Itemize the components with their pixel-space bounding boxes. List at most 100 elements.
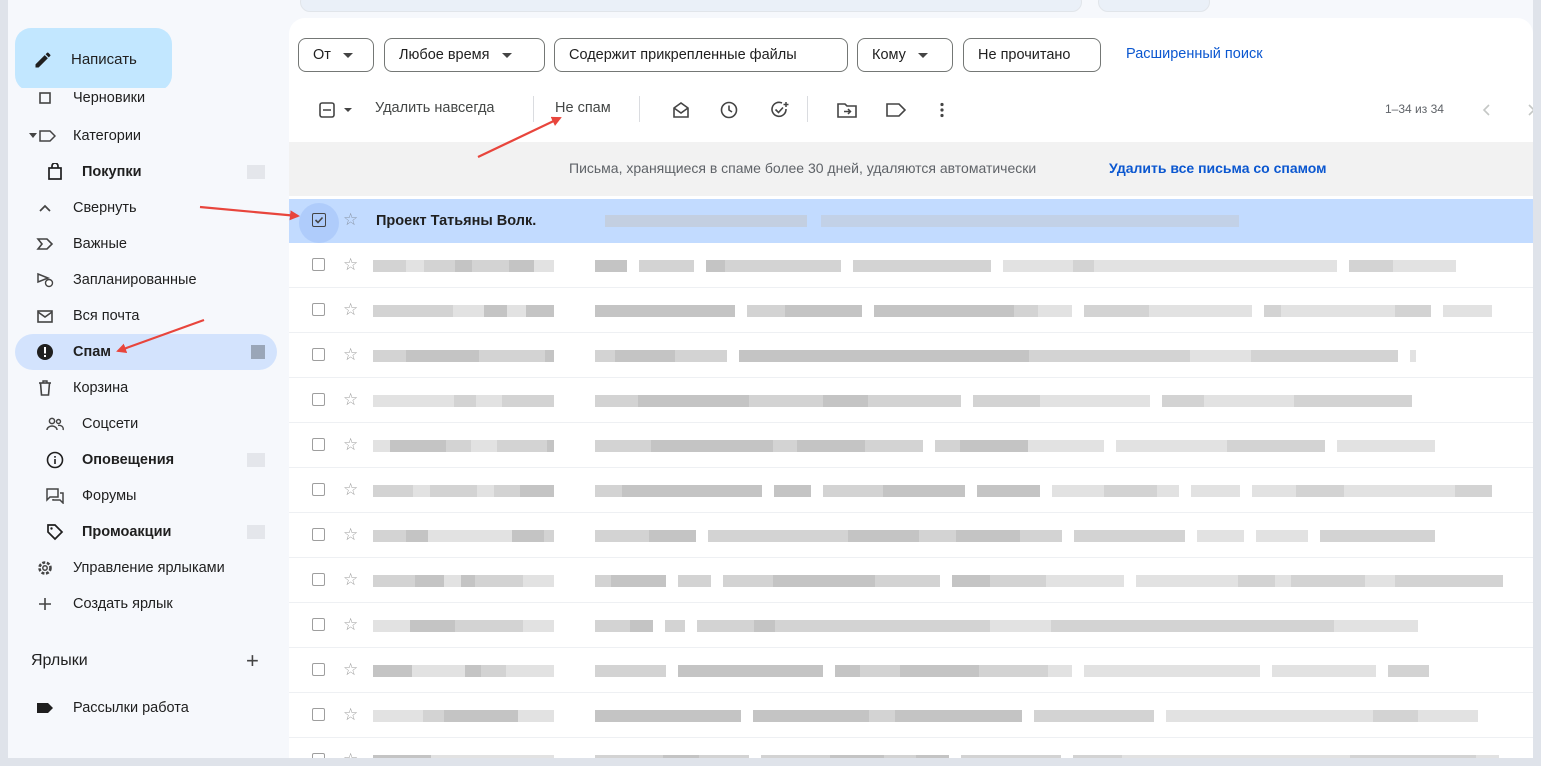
redacted-snippet	[1085, 485, 1104, 497]
star-icon[interactable]: ☆	[343, 255, 358, 275]
table-row[interactable]: ☆	[289, 559, 1533, 603]
filter-from[interactable]: От	[298, 38, 374, 72]
star-icon[interactable]: ☆	[343, 480, 358, 500]
redacted-snippet	[1395, 305, 1431, 317]
select-all-checkbox[interactable]	[315, 100, 359, 120]
star-icon[interactable]: ☆	[343, 435, 358, 455]
row-checkbox[interactable]	[312, 708, 325, 721]
chevron-left-icon[interactable]	[1477, 100, 1497, 120]
redacted-snippet	[853, 260, 937, 272]
redacted-snippet	[1349, 260, 1393, 272]
star-icon[interactable]: ☆	[343, 525, 358, 545]
row-checkbox[interactable]	[312, 573, 325, 586]
redacted-sender	[502, 395, 554, 407]
table-row[interactable]: ☆	[289, 739, 1533, 758]
sidebar-item-social[interactable]: Соцсети	[15, 406, 277, 442]
redacted-snippet	[1334, 620, 1418, 632]
star-icon[interactable]: ☆	[343, 390, 358, 410]
sidebar-item-trash[interactable]: Корзина	[15, 370, 277, 406]
star-icon[interactable]: ☆	[343, 660, 358, 680]
redacted-sender	[484, 305, 507, 317]
row-checkbox[interactable]	[312, 438, 325, 451]
sidebar-item-drafts[interactable]: Черновики	[15, 88, 277, 114]
table-row[interactable]: ☆	[289, 694, 1533, 738]
sidebar-item-label: Создать ярлык	[73, 596, 173, 612]
sidebar-item-spam[interactable]: Спам	[15, 334, 277, 370]
redacted-snippet	[830, 755, 884, 758]
sidebar-item-create-label[interactable]: Создать ярлык	[15, 586, 277, 622]
table-row[interactable]: ☆ Проект Татьяны Волк.	[289, 199, 1533, 243]
chevron-right-icon[interactable]	[1521, 100, 1533, 120]
table-row[interactable]: ☆	[289, 604, 1533, 648]
unread-count	[247, 453, 265, 467]
star-icon[interactable]: ☆	[343, 705, 358, 725]
table-row[interactable]: ☆	[289, 424, 1533, 468]
redacted-snippet	[1020, 530, 1062, 542]
sidebar-item-important[interactable]: Важные	[15, 226, 277, 262]
star-icon[interactable]: ☆	[343, 615, 358, 635]
row-checkbox-checked[interactable]	[312, 213, 326, 227]
table-row[interactable]: ☆	[289, 649, 1533, 693]
table-row[interactable]: ☆	[289, 244, 1533, 288]
filter-to[interactable]: Кому	[857, 38, 953, 72]
star-icon[interactable]: ☆	[343, 345, 358, 365]
filter-unread[interactable]: Не прочитано	[963, 38, 1101, 72]
table-row[interactable]: ☆	[289, 514, 1533, 558]
sidebar-label-newsletters-work[interactable]: Рассылки работа	[15, 690, 277, 726]
redacted-sender	[526, 305, 554, 317]
not-spam-button[interactable]: Не спам	[555, 100, 611, 116]
row-checkbox[interactable]	[312, 393, 325, 406]
table-row[interactable]: ☆	[289, 334, 1533, 378]
row-checkbox[interactable]	[312, 348, 325, 361]
redacted-sender	[547, 440, 554, 452]
filter-any-time[interactable]: Любое время	[384, 38, 545, 72]
sidebar-item-label: Свернуть	[73, 200, 137, 216]
star-icon[interactable]: ☆	[343, 210, 358, 230]
redacted-snippet	[1350, 755, 1413, 758]
compose-button[interactable]: Написать	[15, 28, 172, 91]
sidebar-item-categories[interactable]: Категории	[15, 118, 277, 154]
row-checkbox[interactable]	[312, 618, 325, 631]
sidebar-item-manage-labels[interactable]: Управление ярлыками	[15, 550, 277, 586]
delete-forever-button[interactable]: Удалить навсегда	[375, 100, 494, 116]
search-bar-edge[interactable]	[300, 0, 1082, 12]
sidebar-item-updates[interactable]: Оповещения	[15, 442, 277, 478]
sidebar-item-label: Спам	[73, 344, 112, 360]
redacted-snippet	[1422, 440, 1435, 452]
row-checkbox[interactable]	[312, 528, 325, 541]
mark-read-icon[interactable]	[671, 100, 691, 120]
sidebar-item-promotions[interactable]: Промоакции	[15, 514, 277, 550]
sidebar-item-forums[interactable]: Форумы	[15, 478, 277, 514]
add-label-button[interactable]: +	[246, 650, 259, 672]
sidebar-item-purchases[interactable]: Покупки	[15, 154, 277, 190]
row-checkbox[interactable]	[312, 258, 325, 271]
add-to-tasks-icon[interactable]	[770, 100, 790, 120]
sidebar-item-collapse[interactable]: Свернуть	[15, 190, 277, 226]
advanced-search-link[interactable]: Расширенный поиск	[1126, 46, 1263, 62]
star-icon[interactable]: ☆	[343, 750, 358, 758]
row-checkbox[interactable]	[312, 483, 325, 496]
redacted-snippet	[734, 440, 773, 452]
delete-all-spam-link[interactable]: Удалить все письма со спамом	[1109, 160, 1327, 176]
redacted-sender	[373, 575, 415, 587]
row-checkbox[interactable]	[312, 303, 325, 316]
redacted-sender	[444, 710, 474, 722]
redacted-snippet	[869, 710, 895, 722]
star-icon[interactable]: ☆	[343, 570, 358, 590]
redacted-snippet	[1470, 305, 1492, 317]
star-icon[interactable]: ☆	[343, 300, 358, 320]
redacted-snippet	[900, 665, 979, 677]
sidebar-item-scheduled[interactable]: Запланированные	[15, 262, 277, 298]
snooze-clock-icon[interactable]	[719, 100, 739, 120]
table-row[interactable]: ☆	[289, 289, 1533, 333]
table-row[interactable]: ☆	[289, 469, 1533, 513]
more-options-icon[interactable]	[932, 100, 952, 120]
row-checkbox[interactable]	[312, 753, 325, 758]
filter-has-attachments[interactable]: Содержит прикрепленные файлы	[554, 38, 848, 72]
sidebar-item-all-mail[interactable]: Вся почта	[15, 298, 277, 334]
table-row[interactable]: ☆	[289, 379, 1533, 423]
move-to-icon[interactable]	[837, 100, 857, 120]
search-options-edge[interactable]	[1098, 0, 1210, 12]
row-checkbox[interactable]	[312, 663, 325, 676]
label-as-icon[interactable]	[886, 100, 906, 120]
